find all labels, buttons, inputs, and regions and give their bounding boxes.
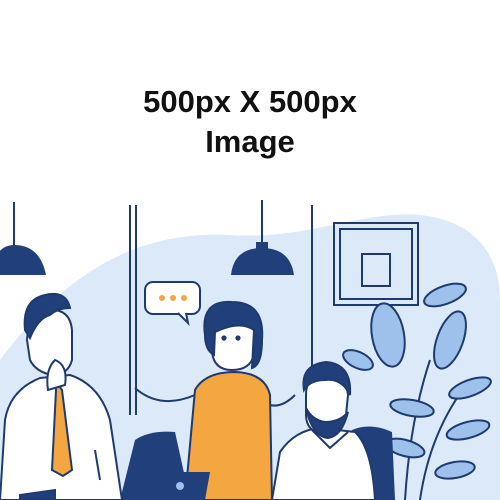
office-team-illustration [0,200,500,500]
placeholder-line-1: 500px X 500px [143,84,357,119]
placeholder-title: 500px X 500px Image [0,82,500,162]
pendant-lamp-left [0,230,46,275]
placeholder-line-2: Image [205,124,295,159]
